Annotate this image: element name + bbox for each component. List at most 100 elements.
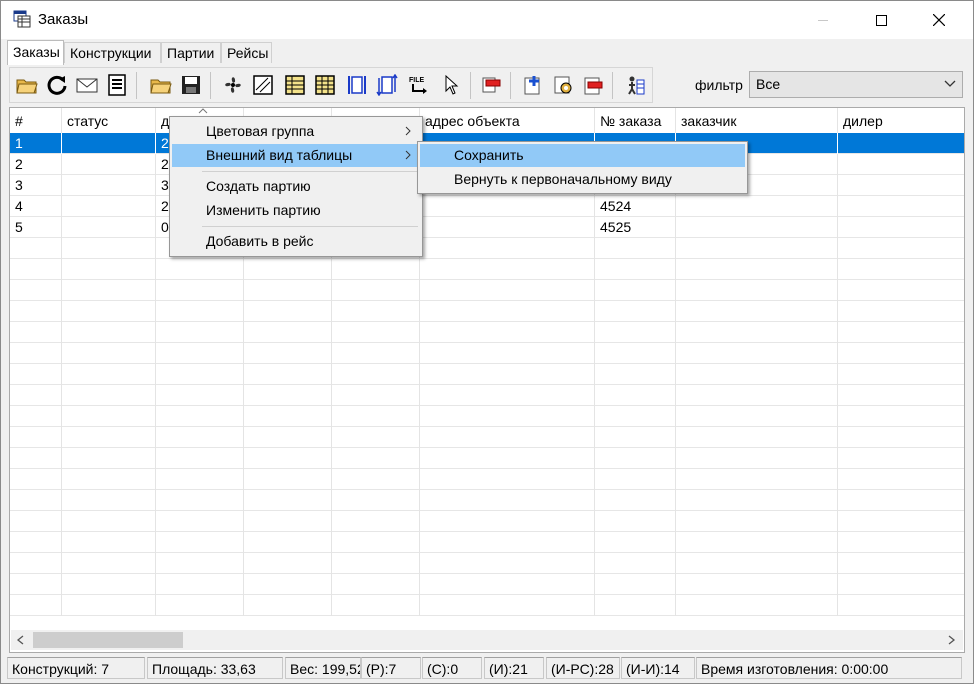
table-cell[interactable]: [10, 427, 62, 448]
table-row[interactable]: [10, 280, 964, 301]
table-cell[interactable]: [420, 574, 595, 595]
fan-button[interactable]: [220, 72, 246, 98]
table-cell[interactable]: [420, 364, 595, 385]
menu-item-add-to-trip[interactable]: Добавить в рейс: [172, 230, 420, 253]
table-row[interactable]: [10, 532, 964, 553]
table-cell[interactable]: [156, 595, 244, 616]
chevron-right-icon[interactable]: [945, 634, 957, 646]
table-cell[interactable]: [244, 511, 332, 532]
table-cell[interactable]: [838, 553, 964, 574]
table-cell[interactable]: [10, 301, 62, 322]
table-cell[interactable]: [244, 490, 332, 511]
table-cell[interactable]: [420, 427, 595, 448]
table-cell[interactable]: [62, 364, 156, 385]
table-cell[interactable]: [10, 364, 62, 385]
hatch-button[interactable]: [250, 72, 276, 98]
filter-select[interactable]: Все: [749, 71, 963, 98]
table-cell[interactable]: [676, 427, 838, 448]
table-cell[interactable]: [676, 259, 838, 280]
table-cell[interactable]: [10, 574, 62, 595]
table-cell[interactable]: [420, 322, 595, 343]
table-cell[interactable]: [62, 280, 156, 301]
table-cell[interactable]: [676, 469, 838, 490]
table-cell[interactable]: [838, 343, 964, 364]
menu-item-reset-view[interactable]: Вернуть к первоначальному виду: [420, 168, 745, 191]
table-edit-button[interactable]: [312, 72, 338, 98]
table-cell[interactable]: [838, 175, 964, 196]
table-cell[interactable]: 4524: [595, 196, 676, 217]
table-cell[interactable]: [676, 343, 838, 364]
save-button[interactable]: [178, 72, 204, 98]
column-header-address[interactable]: адрес объекта: [420, 108, 595, 133]
table-cell[interactable]: [332, 259, 420, 280]
menu-item-color-group[interactable]: Цветовая группа: [172, 120, 420, 143]
scrollbar-thumb[interactable]: [33, 632, 183, 648]
table-cell[interactable]: [595, 364, 676, 385]
table-cell[interactable]: [420, 595, 595, 616]
table-cell[interactable]: [62, 301, 156, 322]
table-row[interactable]: [10, 238, 964, 259]
pointer-button[interactable]: [438, 72, 464, 98]
table-cell[interactable]: [10, 385, 62, 406]
table-cell[interactable]: [676, 322, 838, 343]
table-cell[interactable]: [332, 553, 420, 574]
tab-trips[interactable]: Рейсы: [221, 42, 272, 63]
table-cell[interactable]: [676, 511, 838, 532]
table-cell[interactable]: 2: [10, 154, 62, 175]
table-cell[interactable]: [156, 280, 244, 301]
table-cell[interactable]: [595, 553, 676, 574]
table-cell[interactable]: [156, 343, 244, 364]
table-cell[interactable]: [676, 595, 838, 616]
table-cell[interactable]: [595, 490, 676, 511]
table-cell[interactable]: [10, 469, 62, 490]
table-cell[interactable]: [332, 301, 420, 322]
file-export-button[interactable]: FILE: [406, 72, 432, 98]
table-cell[interactable]: [595, 238, 676, 259]
table-cell[interactable]: [156, 511, 244, 532]
table-row[interactable]: 4 2 4524: [10, 196, 964, 217]
table-cell[interactable]: [156, 469, 244, 490]
worker-button[interactable]: [622, 72, 648, 98]
table-cell[interactable]: [420, 196, 595, 217]
table-cell[interactable]: [838, 595, 964, 616]
table-cell[interactable]: [838, 469, 964, 490]
tab-batches[interactable]: Партии: [161, 42, 221, 63]
table-cell[interactable]: [676, 196, 838, 217]
table-cell[interactable]: [156, 385, 244, 406]
table-cell[interactable]: [838, 406, 964, 427]
table-cell[interactable]: [62, 385, 156, 406]
table-cell[interactable]: [244, 259, 332, 280]
table-row[interactable]: [10, 574, 964, 595]
table-row[interactable]: [10, 490, 964, 511]
table-cell[interactable]: [676, 574, 838, 595]
menu-item-table-appearance[interactable]: Внешний вид таблицы: [172, 144, 420, 167]
menu-item-save[interactable]: Сохранить: [420, 144, 745, 167]
tab-constructions[interactable]: Конструкции: [64, 42, 161, 63]
table-cell[interactable]: [676, 238, 838, 259]
document-list-button[interactable]: [104, 72, 130, 98]
table-row[interactable]: [10, 448, 964, 469]
table-cell[interactable]: [62, 532, 156, 553]
table-cell[interactable]: [838, 154, 964, 175]
table-cell[interactable]: [10, 259, 62, 280]
table-cell[interactable]: [62, 511, 156, 532]
table-row[interactable]: [10, 343, 964, 364]
menu-item-create-batch[interactable]: Создать партию: [172, 175, 420, 198]
table-cell[interactable]: [838, 238, 964, 259]
table-cell[interactable]: [156, 532, 244, 553]
table-cell[interactable]: [62, 448, 156, 469]
table-cell[interactable]: [595, 301, 676, 322]
table-cell[interactable]: [10, 448, 62, 469]
table-cell[interactable]: [838, 259, 964, 280]
table-cell[interactable]: [10, 322, 62, 343]
table-cell[interactable]: [156, 427, 244, 448]
table-cell[interactable]: [62, 490, 156, 511]
column-header-order-number[interactable]: № заказа: [595, 108, 676, 133]
table-cell[interactable]: [838, 196, 964, 217]
table-cell[interactable]: [156, 553, 244, 574]
table-cell[interactable]: [62, 175, 156, 196]
table-row[interactable]: [10, 406, 964, 427]
table-cell[interactable]: [10, 511, 62, 532]
remove-button[interactable]: [478, 72, 504, 98]
table-cell[interactable]: [595, 280, 676, 301]
